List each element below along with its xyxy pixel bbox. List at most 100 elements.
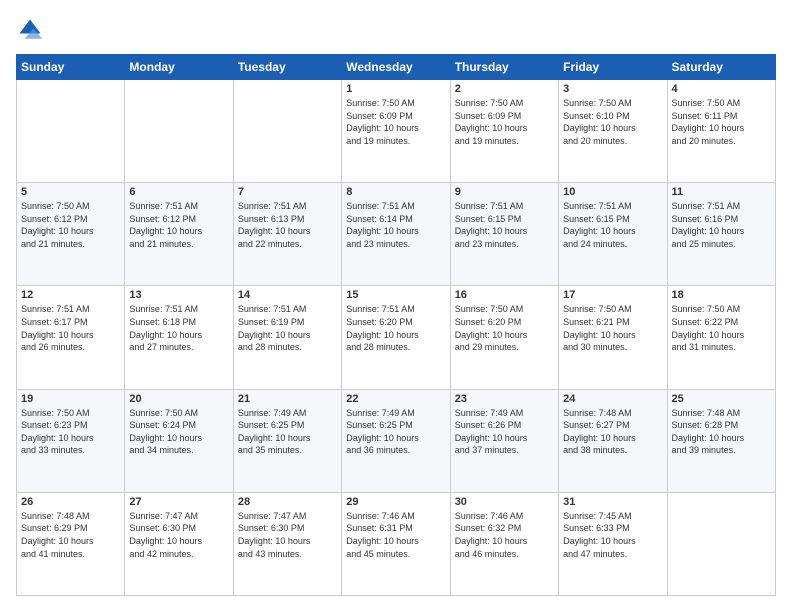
calendar-cell: 6Sunrise: 7:51 AM Sunset: 6:12 PM Daylig…	[125, 183, 233, 286]
day-info: Sunrise: 7:50 AM Sunset: 6:12 PM Dayligh…	[21, 200, 120, 250]
day-info: Sunrise: 7:51 AM Sunset: 6:19 PM Dayligh…	[238, 303, 337, 353]
calendar-cell: 1 Sunrise: 7:50 AM Sunset: 6:09 PM Daylig…	[342, 80, 450, 183]
calendar-cell: 20 Sunrise: 7:50 AM Sunset: 6:24 PM Dayli…	[125, 389, 233, 492]
calendar-cell: 3 Sunrise: 7:50 AM Sunset: 6:10 PM Daylig…	[559, 80, 667, 183]
calendar-cell: 8Sunrise: 7:51 AM Sunset: 6:14 PM Daylig…	[342, 183, 450, 286]
calendar-cell: 17Sunrise: 7:50 AM Sunset: 6:21 PM Dayli…	[559, 286, 667, 389]
day-info: Sunrise: 7:48 AM Sunset: 6:28 PM Dayligh…	[672, 407, 771, 457]
day-info: Sunrise: 7:51 AM Sunset: 6:16 PM Dayligh…	[672, 200, 771, 250]
day-number: 21	[238, 393, 337, 405]
weekday-header-sunday: Sunday	[17, 55, 125, 80]
day-info: Sunrise: 7:50 AM Sunset: 6:22 PM Dayligh…	[672, 303, 771, 353]
calendar-body: 1 Sunrise: 7:50 AM Sunset: 6:09 PM Daylig…	[17, 80, 776, 596]
weekday-header-monday: Monday	[125, 55, 233, 80]
day-number: 29	[346, 496, 445, 508]
calendar-cell: 10Sunrise: 7:51 AM Sunset: 6:15 PM Dayli…	[559, 183, 667, 286]
day-info: Sunrise: 7:47 AM Sunset: 6:30 PM Dayligh…	[129, 510, 228, 560]
day-info: Sunrise: 7:46 AM Sunset: 6:32 PM Dayligh…	[455, 510, 554, 560]
calendar-cell: 23 Sunrise: 7:49 AM Sunset: 6:26 PM Dayli…	[450, 389, 558, 492]
calendar-cell: 11 Sunrise: 7:51 AM Sunset: 6:16 PM Dayli…	[667, 183, 775, 286]
calendar-cell: 29 Sunrise: 7:46 AM Sunset: 6:31 PM Dayli…	[342, 492, 450, 595]
calendar-table: SundayMondayTuesdayWednesdayThursdayFrid…	[16, 54, 776, 596]
day-number: 28	[238, 496, 337, 508]
day-info: Sunrise: 7:49 AM Sunset: 6:25 PM Dayligh…	[238, 407, 337, 457]
calendar-cell: 21 Sunrise: 7:49 AM Sunset: 6:25 PM Dayli…	[233, 389, 341, 492]
calendar-cell: 28 Sunrise: 7:47 AM Sunset: 6:30 PM Dayli…	[233, 492, 341, 595]
day-number: 8	[346, 186, 445, 198]
header	[16, 16, 776, 44]
day-info: Sunrise: 7:50 AM Sunset: 6:10 PM Dayligh…	[563, 97, 662, 147]
day-info: Sunrise: 7:49 AM Sunset: 6:26 PM Dayligh…	[455, 407, 554, 457]
day-info: Sunrise: 7:45 AM Sunset: 6:33 PM Dayligh…	[563, 510, 662, 560]
calendar-cell: 15 Sunrise: 7:51 AM Sunset: 6:20 PM Dayli…	[342, 286, 450, 389]
calendar-cell	[17, 80, 125, 183]
calendar-cell: 22Sunrise: 7:49 AM Sunset: 6:25 PM Dayli…	[342, 389, 450, 492]
weekday-header-tuesday: Tuesday	[233, 55, 341, 80]
day-number: 15	[346, 289, 445, 301]
logo-icon	[16, 16, 44, 44]
day-info: Sunrise: 7:51 AM Sunset: 6:17 PM Dayligh…	[21, 303, 120, 353]
day-number: 10	[563, 186, 662, 198]
day-info: Sunrise: 7:50 AM Sunset: 6:23 PM Dayligh…	[21, 407, 120, 457]
day-info: Sunrise: 7:49 AM Sunset: 6:25 PM Dayligh…	[346, 407, 445, 457]
calendar-cell	[233, 80, 341, 183]
calendar-cell: 25Sunrise: 7:48 AM Sunset: 6:28 PM Dayli…	[667, 389, 775, 492]
day-number: 12	[21, 289, 120, 301]
calendar-cell: 26Sunrise: 7:48 AM Sunset: 6:29 PM Dayli…	[17, 492, 125, 595]
calendar-cell: 14 Sunrise: 7:51 AM Sunset: 6:19 PM Dayli…	[233, 286, 341, 389]
day-info: Sunrise: 7:51 AM Sunset: 6:20 PM Dayligh…	[346, 303, 445, 353]
day-number: 11	[672, 186, 771, 198]
calendar-cell: 31Sunrise: 7:45 AM Sunset: 6:33 PM Dayli…	[559, 492, 667, 595]
day-number: 20	[129, 393, 228, 405]
calendar-cell: 16 Sunrise: 7:50 AM Sunset: 6:20 PM Dayli…	[450, 286, 558, 389]
day-number: 30	[455, 496, 554, 508]
day-info: Sunrise: 7:50 AM Sunset: 6:11 PM Dayligh…	[672, 97, 771, 147]
day-number: 23	[455, 393, 554, 405]
day-number: 26	[21, 496, 120, 508]
day-number: 6	[129, 186, 228, 198]
calendar-cell: 19Sunrise: 7:50 AM Sunset: 6:23 PM Dayli…	[17, 389, 125, 492]
day-info: Sunrise: 7:50 AM Sunset: 6:09 PM Dayligh…	[455, 97, 554, 147]
day-info: Sunrise: 7:51 AM Sunset: 6:18 PM Dayligh…	[129, 303, 228, 353]
day-number: 17	[563, 289, 662, 301]
day-info: Sunrise: 7:50 AM Sunset: 6:09 PM Dayligh…	[346, 97, 445, 147]
day-info: Sunrise: 7:48 AM Sunset: 6:27 PM Dayligh…	[563, 407, 662, 457]
calendar-cell: 13 Sunrise: 7:51 AM Sunset: 6:18 PM Dayli…	[125, 286, 233, 389]
calendar-cell: 2 Sunrise: 7:50 AM Sunset: 6:09 PM Daylig…	[450, 80, 558, 183]
calendar-cell: 18 Sunrise: 7:50 AM Sunset: 6:22 PM Dayli…	[667, 286, 775, 389]
day-number: 13	[129, 289, 228, 301]
day-info: Sunrise: 7:50 AM Sunset: 6:24 PM Dayligh…	[129, 407, 228, 457]
calendar-week-5: 26Sunrise: 7:48 AM Sunset: 6:29 PM Dayli…	[17, 492, 776, 595]
day-number: 16	[455, 289, 554, 301]
day-info: Sunrise: 7:47 AM Sunset: 6:30 PM Dayligh…	[238, 510, 337, 560]
day-number: 2	[455, 83, 554, 95]
calendar-week-3: 12 Sunrise: 7:51 AM Sunset: 6:17 PM Dayli…	[17, 286, 776, 389]
weekday-header-wednesday: Wednesday	[342, 55, 450, 80]
day-number: 24	[563, 393, 662, 405]
calendar-week-4: 19Sunrise: 7:50 AM Sunset: 6:23 PM Dayli…	[17, 389, 776, 492]
day-info: Sunrise: 7:51 AM Sunset: 6:15 PM Dayligh…	[455, 200, 554, 250]
calendar-cell	[667, 492, 775, 595]
day-info: Sunrise: 7:46 AM Sunset: 6:31 PM Dayligh…	[346, 510, 445, 560]
calendar-cell: 7Sunrise: 7:51 AM Sunset: 6:13 PM Daylig…	[233, 183, 341, 286]
calendar-week-2: 5 Sunrise: 7:50 AM Sunset: 6:12 PM Daylig…	[17, 183, 776, 286]
calendar-cell: 4Sunrise: 7:50 AM Sunset: 6:11 PM Daylig…	[667, 80, 775, 183]
day-number: 5	[21, 186, 120, 198]
day-number: 27	[129, 496, 228, 508]
calendar-cell: 27 Sunrise: 7:47 AM Sunset: 6:30 PM Dayli…	[125, 492, 233, 595]
calendar-cell	[125, 80, 233, 183]
calendar-cell: 9Sunrise: 7:51 AM Sunset: 6:15 PM Daylig…	[450, 183, 558, 286]
day-info: Sunrise: 7:50 AM Sunset: 6:20 PM Dayligh…	[455, 303, 554, 353]
day-info: Sunrise: 7:51 AM Sunset: 6:13 PM Dayligh…	[238, 200, 337, 250]
day-number: 14	[238, 289, 337, 301]
weekday-header-thursday: Thursday	[450, 55, 558, 80]
day-number: 18	[672, 289, 771, 301]
day-number: 1	[346, 83, 445, 95]
weekday-header-row: SundayMondayTuesdayWednesdayThursdayFrid…	[17, 55, 776, 80]
logo	[16, 16, 48, 44]
calendar-cell: 24 Sunrise: 7:48 AM Sunset: 6:27 PM Dayli…	[559, 389, 667, 492]
weekday-header-saturday: Saturday	[667, 55, 775, 80]
weekday-header-friday: Friday	[559, 55, 667, 80]
day-number: 3	[563, 83, 662, 95]
calendar-cell: 12 Sunrise: 7:51 AM Sunset: 6:17 PM Dayli…	[17, 286, 125, 389]
